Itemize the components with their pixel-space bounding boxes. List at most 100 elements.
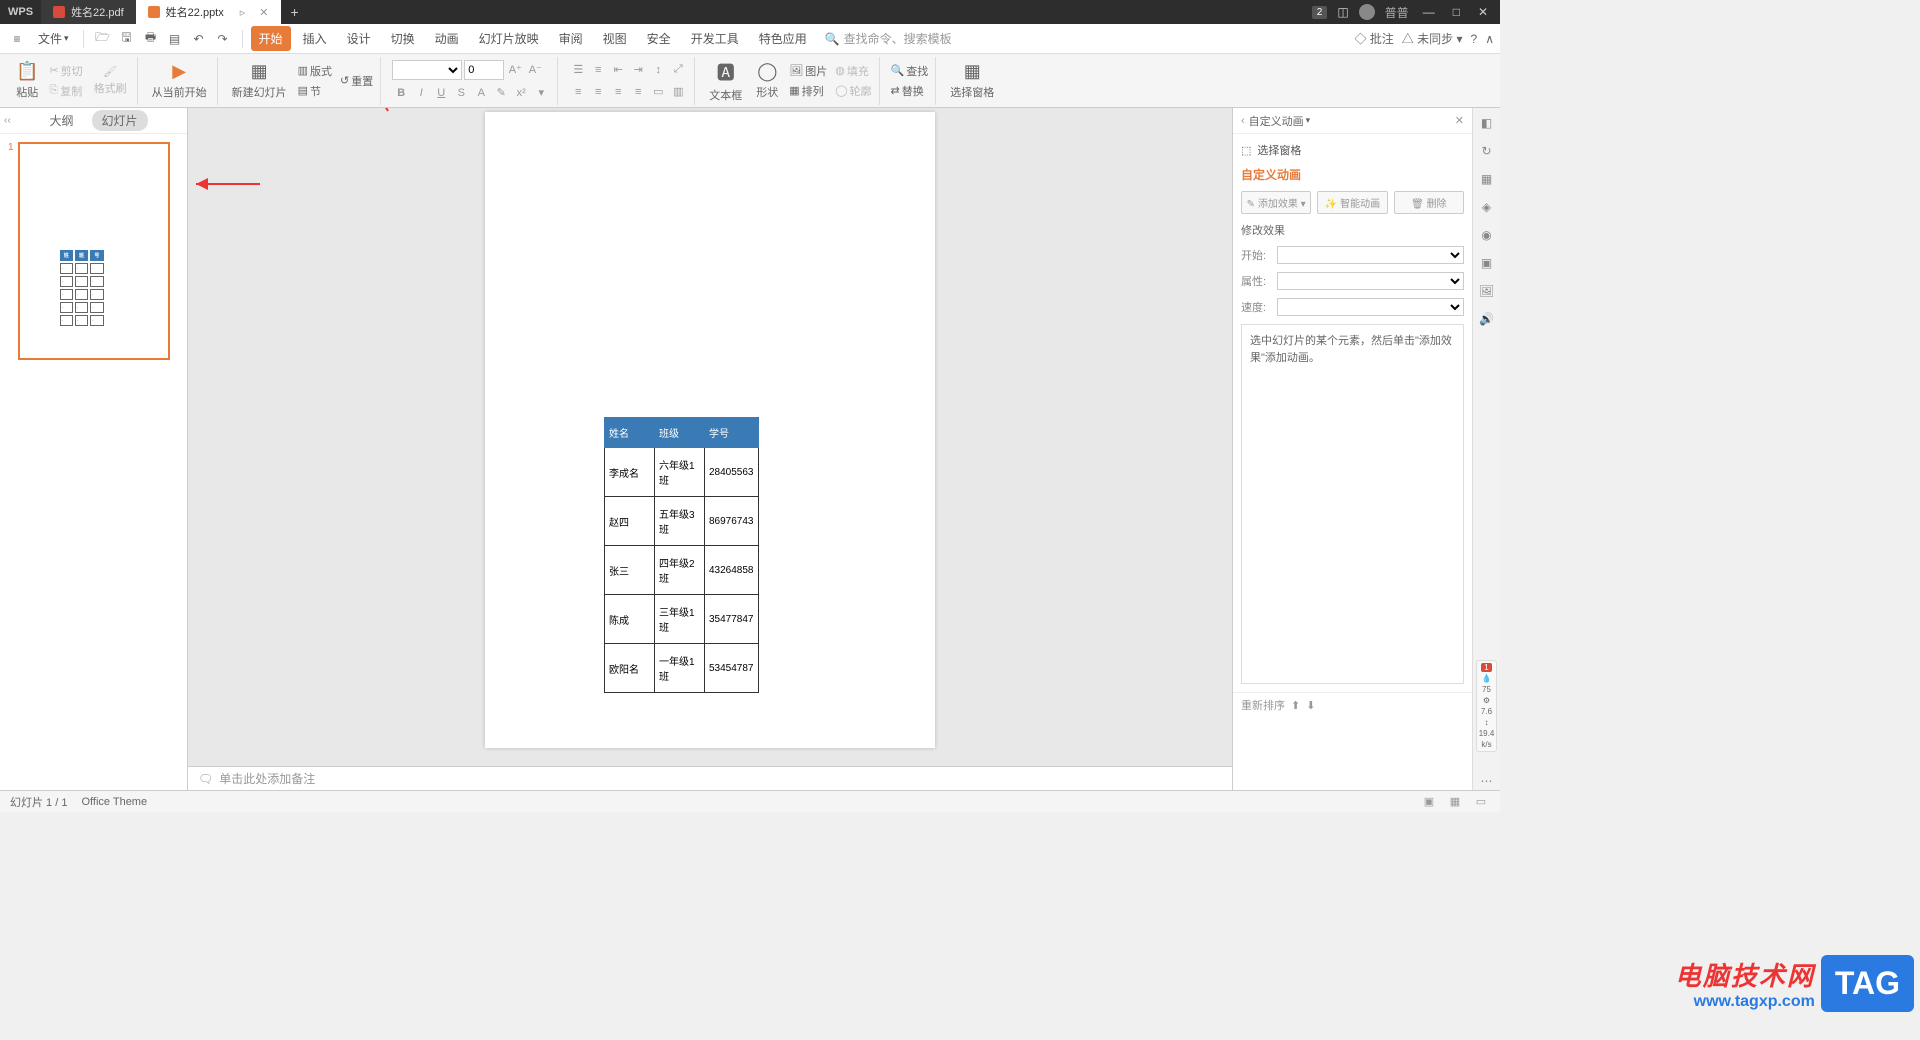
paste-button[interactable]: 📋粘贴 xyxy=(10,57,44,105)
print-icon[interactable]: 🖶 xyxy=(140,28,162,50)
outline-tab[interactable]: 大纲 xyxy=(39,110,83,131)
tool-icon[interactable]: ◉ xyxy=(1478,226,1496,244)
tool-icon[interactable]: ◈ xyxy=(1478,198,1496,216)
open-icon[interactable]: 🗁 xyxy=(92,28,114,50)
new-slide-button[interactable]: ▦新建幻灯片 xyxy=(226,57,293,105)
table-row[interactable]: 李成名六年级1班28405563 xyxy=(605,448,759,497)
tool-icon[interactable]: ▦ xyxy=(1478,170,1496,188)
align-right-icon[interactable]: ≡ xyxy=(609,83,627,101)
maximize-icon[interactable]: □ xyxy=(1449,5,1464,19)
collapse-ribbon-icon[interactable]: ∧ xyxy=(1485,32,1494,46)
align-center-icon[interactable]: ≡ xyxy=(589,83,607,101)
slide-canvas[interactable]: 姓名 班级 学号 李成名六年级1班28405563赵四五年级3班86976743… xyxy=(485,112,935,748)
columns-icon[interactable]: ▥ xyxy=(669,83,687,101)
menu-icon[interactable]: ≡ xyxy=(6,28,28,50)
close-pane-icon[interactable]: ✕ xyxy=(1455,114,1464,127)
text-direction-icon[interactable]: ⤢ xyxy=(669,61,687,79)
table-row[interactable]: 张三四年级2班43264858 xyxy=(605,546,759,595)
menu-security[interactable]: 安全 xyxy=(639,26,679,51)
line-spacing-icon[interactable]: ↕ xyxy=(649,61,667,79)
slide-thumbnail[interactable]: 姓班号 ··· ··· ··· ··· ··· xyxy=(18,142,170,360)
avatar[interactable] xyxy=(1359,4,1375,20)
table-row[interactable]: 陈成三年级1班35477847 xyxy=(605,595,759,644)
file-menu[interactable]: 文件▾ xyxy=(32,30,75,47)
decrease-font-icon[interactable]: A⁻ xyxy=(526,61,544,79)
find-button[interactable]: 🔍 查找 xyxy=(888,62,932,80)
play-from-current-button[interactable]: ▶从当前开始 xyxy=(146,57,213,105)
add-effect-button[interactable]: ✎ 添加效果 ▾ xyxy=(1241,191,1311,214)
smart-anim-button[interactable]: ✨ 智能动画 xyxy=(1317,191,1387,214)
tool-icon[interactable]: ◧ xyxy=(1478,114,1496,132)
minimize-icon[interactable]: — xyxy=(1419,5,1439,19)
number-list-icon[interactable]: ≡ xyxy=(589,61,607,79)
superscript-icon[interactable]: x² xyxy=(512,84,530,102)
slides-tab[interactable]: 幻灯片 xyxy=(92,110,148,131)
fill-button[interactable]: ◍ 填充 xyxy=(832,62,874,80)
outline-button[interactable]: ◯ 轮廓 xyxy=(832,82,874,100)
cut-button[interactable]: ✂ 剪切 xyxy=(46,62,85,80)
view-reading-icon[interactable]: ▭ xyxy=(1472,793,1490,811)
font-family-select[interactable] xyxy=(392,60,462,80)
new-tab-button[interactable]: + xyxy=(281,4,309,20)
shape-button[interactable]: ◯形状 xyxy=(750,57,784,105)
menu-review[interactable]: 审阅 xyxy=(551,26,591,51)
data-table[interactable]: 姓名 班级 学号 李成名六年级1班28405563赵四五年级3班86976743… xyxy=(604,417,759,693)
font-size-input[interactable] xyxy=(464,60,504,80)
valign-icon[interactable]: ▭ xyxy=(649,83,667,101)
close-icon[interactable]: ✕ xyxy=(259,6,268,19)
menu-insert[interactable]: 插入 xyxy=(295,26,335,51)
textbox-button[interactable]: 🅰文本框 xyxy=(703,57,748,105)
menu-slideshow[interactable]: 幻灯片放映 xyxy=(471,26,547,51)
view-sorter-icon[interactable]: ▦ xyxy=(1446,793,1464,811)
font-color-icon[interactable]: A xyxy=(472,84,490,102)
highlight-icon[interactable]: ✎ xyxy=(492,84,510,102)
tool-icon[interactable]: 🖼 xyxy=(1478,282,1496,300)
bold-icon[interactable]: B xyxy=(392,84,410,102)
align-left-icon[interactable]: ≡ xyxy=(569,83,587,101)
dropdown-icon[interactable]: ▾ xyxy=(532,84,550,102)
collapse-icon[interactable]: ‹‹ xyxy=(4,115,11,126)
move-up-icon[interactable]: ⬆ xyxy=(1291,699,1300,712)
arrange-button[interactable]: ▦ 排列 xyxy=(786,82,830,100)
notification-badge[interactable]: 2 xyxy=(1312,6,1328,19)
italic-icon[interactable]: I xyxy=(412,84,430,102)
speed-select[interactable] xyxy=(1277,298,1464,316)
annotate-button[interactable]: ◇ 批注 xyxy=(1354,30,1393,47)
redo-icon[interactable]: ↷ xyxy=(212,28,234,50)
tool-icon[interactable]: 🔊 xyxy=(1478,310,1496,328)
move-down-icon[interactable]: ⬇ xyxy=(1306,699,1315,712)
menu-animation[interactable]: 动画 xyxy=(427,26,467,51)
table-row[interactable]: 赵四五年级3班86976743 xyxy=(605,497,759,546)
preview-icon[interactable]: ▤ xyxy=(164,28,186,50)
close-window-icon[interactable]: ✕ xyxy=(1474,5,1492,19)
menu-special[interactable]: 特色应用 xyxy=(751,26,815,51)
layout-button[interactable]: ▥ 版式 xyxy=(295,62,335,80)
menu-devtools[interactable]: 开发工具 xyxy=(683,26,747,51)
present-icon[interactable]: ▹ xyxy=(240,6,246,19)
section-button[interactable]: ▤ 节 xyxy=(295,82,335,100)
notes-pane[interactable]: 🗨 单击此处添加备注 xyxy=(188,766,1232,790)
tab-pdf[interactable]: 姓名22.pdf xyxy=(41,0,136,24)
undo-icon[interactable]: ↶ xyxy=(188,28,210,50)
tool-icon[interactable]: ▣ xyxy=(1478,254,1496,272)
copy-button[interactable]: ⎘ 复制 xyxy=(46,82,85,100)
menu-design[interactable]: 设计 xyxy=(339,26,379,51)
menu-view[interactable]: 视图 xyxy=(595,26,635,51)
save-icon[interactable]: 🖫 xyxy=(116,28,138,50)
cloud-icon[interactable]: ◫ xyxy=(1337,5,1348,19)
format-painter-button[interactable]: 🖌格式刷 xyxy=(88,57,133,105)
start-select[interactable] xyxy=(1277,246,1464,264)
indent-right-icon[interactable]: ⇥ xyxy=(629,61,647,79)
view-normal-icon[interactable]: ▣ xyxy=(1420,793,1438,811)
sync-button[interactable]: △ 未同步 ▾ xyxy=(1402,30,1463,47)
increase-font-icon[interactable]: A⁺ xyxy=(506,61,524,79)
underline-icon[interactable]: U xyxy=(432,84,450,102)
picture-button[interactable]: 🖼 图片 xyxy=(786,62,830,80)
select-pane-link[interactable]: ⬚ 选择窗格 xyxy=(1241,142,1464,158)
strike-icon[interactable]: S xyxy=(452,84,470,102)
chevron-left-icon[interactable]: ‹ xyxy=(1241,115,1245,127)
delete-button[interactable]: 🗑 删除 xyxy=(1394,191,1464,214)
align-justify-icon[interactable]: ≡ xyxy=(629,83,647,101)
help-icon[interactable]: ? xyxy=(1471,32,1478,46)
replace-button[interactable]: ⇄ 替换 xyxy=(888,82,932,100)
